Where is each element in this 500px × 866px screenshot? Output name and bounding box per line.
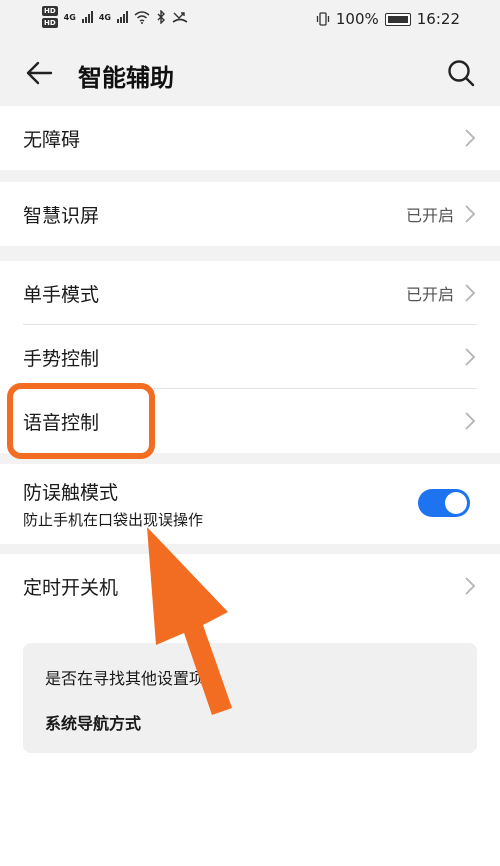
- row-label: 无障碍: [23, 128, 81, 151]
- setting-pocket-mode: 防误触模式 防止手机在口袋出现误操作: [0, 464, 500, 544]
- search-icon[interactable]: [446, 58, 476, 88]
- clock: 16:22: [416, 10, 460, 28]
- missed-call-icon: [172, 12, 188, 23]
- row-label: 智慧识屏: [23, 204, 100, 227]
- row-label: 定时开关机: [23, 576, 119, 599]
- group-pocket-mode: 防误触模式 防止手机在口袋出现误操作: [0, 464, 500, 544]
- vibrate-icon: [316, 12, 330, 26]
- chevron-right-icon: [465, 577, 476, 595]
- status-bar: HD HD 4G 4G 100% 16:22: [0, 0, 500, 40]
- network-type-label: 4G: [98, 12, 111, 22]
- setting-smart-screen[interactable]: 智慧识屏 已开启: [0, 182, 500, 246]
- status-left: HD HD 4G 4G: [42, 6, 188, 28]
- chevron-right-icon: [465, 129, 476, 147]
- back-arrow-icon[interactable]: [24, 58, 54, 88]
- status-value: 已开启: [405, 285, 454, 304]
- row-label: 单手模式: [23, 283, 100, 306]
- row-label: 手势控制: [23, 347, 100, 370]
- battery-icon: [384, 12, 411, 26]
- chevron-right-icon: [465, 284, 476, 302]
- group-smart-screen: 智慧识屏 已开启: [0, 182, 500, 246]
- bluetooth-icon: [157, 10, 165, 24]
- chevron-right-icon: [465, 412, 476, 430]
- chevron-right-icon: [465, 348, 476, 366]
- setting-gesture-control[interactable]: 手势控制: [0, 325, 500, 389]
- title-bar: 智能辅助: [0, 40, 500, 106]
- row-label: 防误触模式: [23, 482, 119, 504]
- wifi-icon: [134, 10, 150, 24]
- battery-percent: 100%: [335, 10, 379, 28]
- hd-badge: HD: [42, 6, 58, 16]
- network-type-label: 4G: [63, 12, 76, 22]
- group-accessibility: 无障碍: [0, 106, 500, 170]
- setting-scheduled-power[interactable]: 定时开关机: [0, 554, 500, 618]
- toggle-knob: [445, 492, 467, 514]
- suggestion-card: 是否在寻找其他设置项？ 系统导航方式: [23, 643, 477, 753]
- bottom-area: 是否在寻找其他设置项？ 系统导航方式: [0, 618, 500, 866]
- page-title: 智能辅助: [78, 64, 174, 92]
- setting-one-hand-mode[interactable]: 单手模式 已开启: [0, 261, 500, 325]
- signal-icon: [81, 11, 93, 23]
- hd-badge: HD: [42, 18, 58, 28]
- highlight-box: [7, 383, 155, 459]
- chevron-right-icon: [465, 205, 476, 223]
- suggestion-link-navigation[interactable]: 系统导航方式: [45, 710, 141, 734]
- status-value: 已开启: [405, 206, 454, 225]
- group-scheduled: 定时开关机: [0, 554, 500, 618]
- status-right: 100% 16:22: [316, 10, 460, 28]
- suggestion-question: 是否在寻找其他设置项？: [45, 669, 222, 688]
- setting-accessibility[interactable]: 无障碍: [0, 106, 500, 170]
- pocket-mode-toggle[interactable]: [418, 489, 470, 517]
- signal-icon: [116, 11, 128, 23]
- hd-badges: HD HD: [42, 6, 58, 28]
- row-description: 防止手机在口袋出现误操作: [23, 511, 204, 529]
